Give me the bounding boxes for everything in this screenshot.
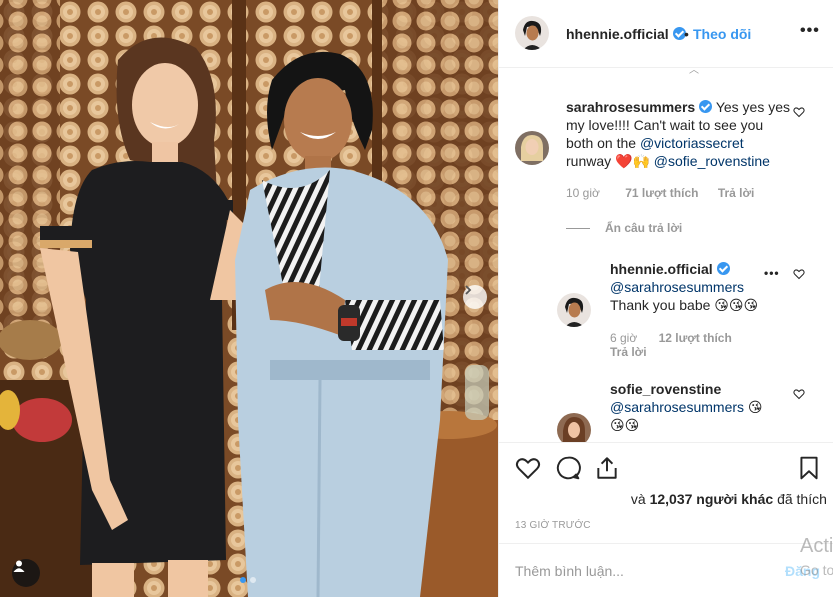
post-photo[interactable] (0, 0, 498, 597)
reply-meta: 6 giờ 12 lượt thích Trả lời (610, 331, 732, 359)
reply-more-options-button[interactable]: ••• (764, 266, 780, 280)
like-reply-heart-icon[interactable] (793, 268, 805, 280)
comment-likes[interactable]: 71 lượt thích (625, 186, 698, 200)
comment-meta: 10 giờ 71 lượt thích Trả lời (566, 186, 754, 200)
likes-tail: đã thích (777, 491, 827, 507)
share-icon[interactable] (594, 455, 620, 481)
divider (566, 228, 590, 229)
reply-time[interactable]: 6 giờ (610, 331, 637, 345)
comment-text: runway ❤️🙌 (566, 153, 650, 169)
likes-summary: và 12,037 người khác đã thích (515, 491, 827, 507)
add-comment-input[interactable] (515, 561, 765, 581)
post-side-panel: hhennie.official • Theo dõi ••• ︿ sarahr… (498, 0, 833, 597)
reply-mention[interactable]: @sarahrosesummers (610, 279, 744, 295)
windows-activation-watermark-subtext: Go to (800, 562, 833, 578)
reply-button[interactable]: Trả lời (718, 186, 755, 200)
header-separator: • (684, 26, 689, 42)
post-header: hhennie.official • Theo dõi ••• (499, 0, 833, 68)
avatar-image (557, 413, 591, 442)
save-bookmark-icon[interactable] (796, 455, 822, 481)
reply-username[interactable]: hhennie.official (610, 261, 713, 277)
verified-badge-icon (699, 100, 713, 113)
chevron-right-icon (465, 285, 472, 295)
avatar-image (515, 16, 549, 50)
tagged-users-button[interactable] (12, 559, 40, 587)
avatar-image (515, 131, 549, 165)
avatar-image (557, 293, 591, 327)
author-username-text[interactable]: hhennie.official (566, 26, 669, 42)
reply-avatar[interactable] (557, 293, 591, 327)
reply-button[interactable]: Trả lời (610, 345, 647, 359)
like-heart-icon[interactable] (515, 455, 541, 481)
reply-username[interactable]: sofie_rovenstine (610, 381, 721, 397)
reply-text: 😘😘 (610, 417, 640, 433)
comments-list[interactable]: ︿ sarahrosesummers Yes yes yes my love!!… (499, 69, 833, 442)
reply-body: hhennie.official @sarahrosesummers Thank… (610, 260, 780, 314)
likes-prefix: và (630, 491, 646, 507)
windows-activation-watermark: Acti (800, 535, 833, 557)
reply-avatar[interactable] (557, 413, 591, 442)
carousel-dot (250, 577, 256, 583)
comment-mention[interactable]: @sofie_rovenstine (654, 153, 770, 169)
comment-username[interactable]: sarahrosesummers (566, 99, 695, 115)
post-actions: và 12,037 người khác đã thích 13 GIỜ TRƯ… (499, 442, 833, 542)
post-timestamp[interactable]: 13 GIỜ TRƯỚC (515, 520, 591, 531)
comment-mention[interactable]: @victoriassecret (640, 135, 744, 151)
reply-body: sofie_rovenstine @sarahrosesummers 😘 😘😘 (610, 380, 780, 434)
photo-illustration (0, 0, 498, 597)
add-comment-form: Đăng (499, 543, 833, 597)
reply-mention[interactable]: @sarahrosesummers (610, 399, 744, 415)
reply-likes[interactable]: 12 lượt thích (659, 331, 732, 345)
follow-button[interactable]: Theo dõi (693, 26, 751, 42)
reply-text: Thank you babe 😘😘😘 (610, 297, 759, 313)
like-comment-heart-icon[interactable] (793, 106, 805, 118)
user-tag-icon (13, 560, 25, 572)
comment-bubble-icon[interactable] (555, 455, 581, 481)
next-photo-button[interactable] (463, 285, 487, 309)
carousel-dot-active (240, 577, 246, 583)
verified-badge-icon (716, 262, 730, 275)
commenter-avatar[interactable] (515, 131, 549, 165)
reply-text: 😘 (747, 399, 763, 415)
like-reply-heart-icon[interactable] (793, 388, 805, 400)
likes-count-link[interactable]: 12,037 người khác (650, 491, 774, 507)
author-username[interactable]: hhennie.official (566, 26, 686, 42)
more-options-button[interactable]: ••• (800, 22, 820, 40)
comment-time[interactable]: 10 giờ (566, 186, 600, 200)
hide-replies-button[interactable]: Ẩn câu trả lời (605, 221, 682, 235)
carousel-indicator (240, 577, 256, 583)
author-avatar[interactable] (515, 16, 549, 50)
comment-body: sarahrosesummers Yes yes yes my love!!!!… (566, 98, 792, 170)
